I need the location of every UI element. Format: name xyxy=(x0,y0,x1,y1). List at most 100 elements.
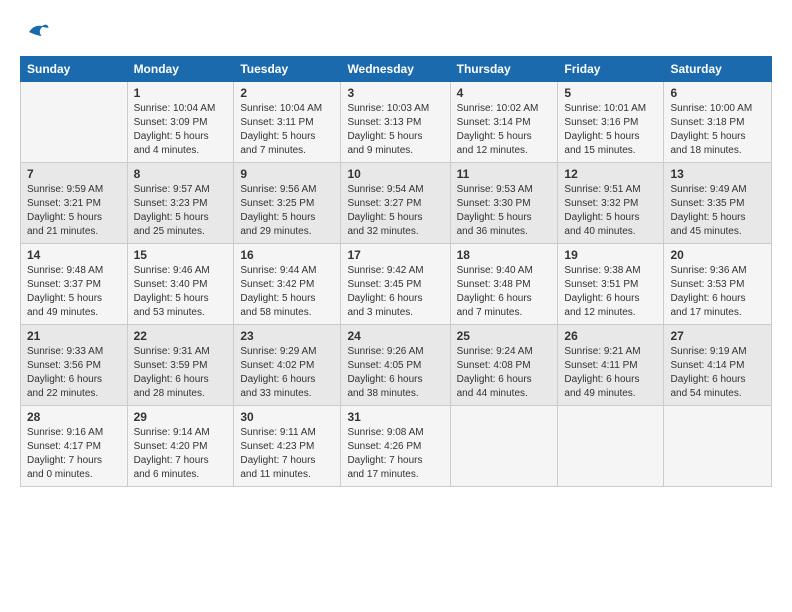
day-info: Sunrise: 10:04 AMSunset: 3:11 PMDaylight… xyxy=(240,102,334,158)
header xyxy=(20,18,772,46)
calendar-cell: 7 Sunrise: 9:59 AMSunset: 3:21 PMDaylight… xyxy=(21,163,128,244)
calendar-cell: 31Sunrise: 9:08 AMSunset: 4:26 PMDayligh… xyxy=(341,406,450,487)
day-number: 4 xyxy=(457,86,552,100)
week-row-4: 28 Sunrise: 9:16 AMSunset: 4:17 PMDayligh… xyxy=(21,406,772,487)
day-info: Sunrise: 9:29 AMSunset: 4:02 PMDaylight:… xyxy=(240,345,334,401)
calendar-cell: 2 Sunrise: 10:04 AMSunset: 3:11 PMDayligh… xyxy=(234,82,341,163)
calendar-cell: 29 Sunrise: 9:14 AMSunset: 4:20 PMDayligh… xyxy=(127,406,234,487)
calendar-cell: 3Sunrise: 10:03 AMSunset: 3:13 PMDayligh… xyxy=(341,82,450,163)
calendar-cell: 26 Sunrise: 9:21 AMSunset: 4:11 PMDayligh… xyxy=(558,325,664,406)
day-number: 2 xyxy=(240,86,334,100)
day-number: 6 xyxy=(670,86,765,100)
day-info: Sunrise: 9:38 AMSunset: 3:51 PMDaylight:… xyxy=(564,264,657,320)
day-number: 9 xyxy=(240,167,334,181)
calendar-cell: 20Sunrise: 9:36 AMSunset: 3:53 PMDayligh… xyxy=(664,244,772,325)
header-cell-thursday: Thursday xyxy=(450,57,558,82)
calendar-cell: 6 Sunrise: 10:00 AMSunset: 3:18 PMDayligh… xyxy=(664,82,772,163)
day-number: 7 xyxy=(27,167,121,181)
day-info: Sunrise: 9:31 AMSunset: 3:59 PMDaylight:… xyxy=(134,345,228,401)
day-info: Sunrise: 9:33 AMSunset: 3:56 PMDaylight:… xyxy=(27,345,121,401)
calendar-cell: 14 Sunrise: 9:48 AMSunset: 3:37 PMDayligh… xyxy=(21,244,128,325)
calendar-cell: 10 Sunrise: 9:54 AMSunset: 3:27 PMDayligh… xyxy=(341,163,450,244)
day-number: 15 xyxy=(134,248,228,262)
day-info: Sunrise: 9:36 AMSunset: 3:53 PMDaylight:… xyxy=(670,264,765,320)
day-number: 13 xyxy=(670,167,765,181)
calendar-cell: 30 Sunrise: 9:11 AMSunset: 4:23 PMDayligh… xyxy=(234,406,341,487)
calendar-cell: 17Sunrise: 9:42 AMSunset: 3:45 PMDayligh… xyxy=(341,244,450,325)
calendar-cell: 12Sunrise: 9:51 AMSunset: 3:32 PMDayligh… xyxy=(558,163,664,244)
day-info: Sunrise: 9:14 AMSunset: 4:20 PMDaylight:… xyxy=(134,426,228,482)
day-info: Sunrise: 9:40 AMSunset: 3:48 PMDaylight:… xyxy=(457,264,552,320)
day-info: Sunrise: 9:51 AMSunset: 3:32 PMDaylight:… xyxy=(564,183,657,239)
calendar-cell: 21 Sunrise: 9:33 AMSunset: 3:56 PMDayligh… xyxy=(21,325,128,406)
calendar-cell: 1 Sunrise: 10:04 AMSunset: 3:09 PMDayligh… xyxy=(127,82,234,163)
day-info: Sunrise: 9:26 AMSunset: 4:05 PMDaylight:… xyxy=(347,345,443,401)
day-info: Sunrise: 9:16 AMSunset: 4:17 PMDaylight:… xyxy=(27,426,121,482)
calendar-cell xyxy=(558,406,664,487)
day-info: Sunrise: 9:21 AMSunset: 4:11 PMDaylight:… xyxy=(564,345,657,401)
week-row-1: 7 Sunrise: 9:59 AMSunset: 3:21 PMDaylight… xyxy=(21,163,772,244)
header-cell-friday: Friday xyxy=(558,57,664,82)
day-number: 5 xyxy=(564,86,657,100)
calendar-cell: 18 Sunrise: 9:40 AMSunset: 3:48 PMDayligh… xyxy=(450,244,558,325)
header-cell-tuesday: Tuesday xyxy=(234,57,341,82)
day-info: Sunrise: 10:00 AMSunset: 3:18 PMDaylight… xyxy=(670,102,765,158)
day-number: 18 xyxy=(457,248,552,262)
day-info: Sunrise: 10:01 AMSunset: 3:16 PMDaylight… xyxy=(564,102,657,158)
header-cell-saturday: Saturday xyxy=(664,57,772,82)
logo-bird-icon xyxy=(22,18,50,46)
day-info: Sunrise: 9:48 AMSunset: 3:37 PMDaylight:… xyxy=(27,264,121,320)
calendar-cell xyxy=(21,82,128,163)
day-info: Sunrise: 9:19 AMSunset: 4:14 PMDaylight:… xyxy=(670,345,765,401)
day-number: 1 xyxy=(134,86,228,100)
calendar-cell: 16Sunrise: 9:44 AMSunset: 3:42 PMDayligh… xyxy=(234,244,341,325)
day-number: 25 xyxy=(457,329,552,343)
week-row-3: 21 Sunrise: 9:33 AMSunset: 3:56 PMDayligh… xyxy=(21,325,772,406)
day-number: 28 xyxy=(27,410,121,424)
calendar-cell: 8Sunrise: 9:57 AMSunset: 3:23 PMDaylight… xyxy=(127,163,234,244)
day-info: Sunrise: 9:42 AMSunset: 3:45 PMDaylight:… xyxy=(347,264,443,320)
day-info: Sunrise: 10:02 AMSunset: 3:14 PMDaylight… xyxy=(457,102,552,158)
page: SundayMondayTuesdayWednesdayThursdayFrid… xyxy=(0,0,792,497)
day-number: 21 xyxy=(27,329,121,343)
day-info: Sunrise: 9:49 AMSunset: 3:35 PMDaylight:… xyxy=(670,183,765,239)
calendar-cell: 24Sunrise: 9:26 AMSunset: 4:05 PMDayligh… xyxy=(341,325,450,406)
day-info: Sunrise: 9:11 AMSunset: 4:23 PMDaylight:… xyxy=(240,426,334,482)
calendar-cell: 5 Sunrise: 10:01 AMSunset: 3:16 PMDayligh… xyxy=(558,82,664,163)
calendar-cell: 27 Sunrise: 9:19 AMSunset: 4:14 PMDayligh… xyxy=(664,325,772,406)
day-number: 22 xyxy=(134,329,228,343)
calendar-cell: 28 Sunrise: 9:16 AMSunset: 4:17 PMDayligh… xyxy=(21,406,128,487)
day-info: Sunrise: 9:56 AMSunset: 3:25 PMDaylight:… xyxy=(240,183,334,239)
day-info: Sunrise: 9:53 AMSunset: 3:30 PMDaylight:… xyxy=(457,183,552,239)
header-row: SundayMondayTuesdayWednesdayThursdayFrid… xyxy=(21,57,772,82)
day-number: 26 xyxy=(564,329,657,343)
calendar-cell xyxy=(450,406,558,487)
calendar-cell: 15 Sunrise: 9:46 AMSunset: 3:40 PMDayligh… xyxy=(127,244,234,325)
day-info: Sunrise: 9:46 AMSunset: 3:40 PMDaylight:… xyxy=(134,264,228,320)
header-cell-wednesday: Wednesday xyxy=(341,57,450,82)
day-info: Sunrise: 10:04 AMSunset: 3:09 PMDaylight… xyxy=(134,102,228,158)
day-number: 14 xyxy=(27,248,121,262)
day-number: 10 xyxy=(347,167,443,181)
calendar-table: SundayMondayTuesdayWednesdayThursdayFrid… xyxy=(20,56,772,487)
day-info: Sunrise: 9:59 AMSunset: 3:21 PMDaylight:… xyxy=(27,183,121,239)
day-info: Sunrise: 9:24 AMSunset: 4:08 PMDaylight:… xyxy=(457,345,552,401)
day-info: Sunrise: 9:54 AMSunset: 3:27 PMDaylight:… xyxy=(347,183,443,239)
day-number: 29 xyxy=(134,410,228,424)
day-info: Sunrise: 10:03 AMSunset: 3:13 PMDaylight… xyxy=(347,102,443,158)
day-number: 19 xyxy=(564,248,657,262)
day-number: 23 xyxy=(240,329,334,343)
day-number: 30 xyxy=(240,410,334,424)
day-number: 31 xyxy=(347,410,443,424)
day-info: Sunrise: 9:57 AMSunset: 3:23 PMDaylight:… xyxy=(134,183,228,239)
calendar-cell: 25 Sunrise: 9:24 AMSunset: 4:08 PMDayligh… xyxy=(450,325,558,406)
calendar-cell xyxy=(664,406,772,487)
calendar-cell: 11Sunrise: 9:53 AMSunset: 3:30 PMDayligh… xyxy=(450,163,558,244)
logo xyxy=(20,18,50,46)
calendar-cell: 22 Sunrise: 9:31 AMSunset: 3:59 PMDayligh… xyxy=(127,325,234,406)
day-number: 27 xyxy=(670,329,765,343)
calendar-cell: 4 Sunrise: 10:02 AMSunset: 3:14 PMDayligh… xyxy=(450,82,558,163)
header-cell-monday: Monday xyxy=(127,57,234,82)
calendar-cell: 13 Sunrise: 9:49 AMSunset: 3:35 PMDayligh… xyxy=(664,163,772,244)
calendar-cell: 19 Sunrise: 9:38 AMSunset: 3:51 PMDayligh… xyxy=(558,244,664,325)
